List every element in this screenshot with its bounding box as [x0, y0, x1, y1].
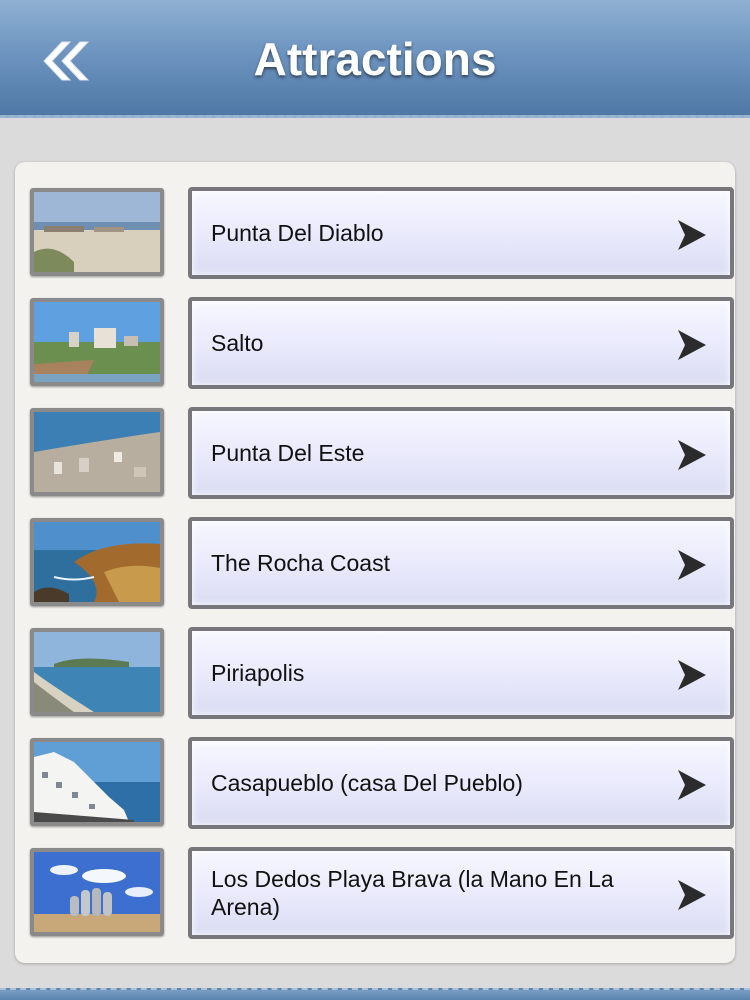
list-item[interactable]: Salto	[30, 297, 734, 389]
attraction-label: Piriapolis	[211, 660, 305, 686]
list-item[interactable]: Punta Del Este	[30, 407, 734, 499]
page-title: Attractions	[253, 33, 497, 85]
attraction-button[interactable]: The Rocha Coast	[188, 517, 734, 609]
list-item[interactable]: Los Dedos Playa Brava (la Mano En La Are…	[30, 847, 734, 939]
beach-town-photo	[34, 192, 160, 272]
list-item[interactable]: The Rocha Coast	[30, 517, 734, 609]
attraction-label: The Rocha Coast	[211, 550, 390, 576]
chevron-right-icon	[678, 330, 706, 360]
chevron-right-icon	[678, 880, 706, 910]
coastal-city-aerial-photo	[34, 412, 160, 492]
attraction-label: Punta Del Este	[211, 440, 365, 466]
white-cliff-building-photo	[34, 742, 160, 822]
thumbnail-image	[30, 298, 164, 386]
attraction-label: Punta Del Diablo	[211, 220, 384, 246]
header-bar: Attractions	[0, 0, 750, 118]
attraction-button[interactable]: Salto	[188, 297, 734, 389]
attraction-label: Salto	[211, 330, 264, 356]
chevron-right-icon	[678, 770, 706, 800]
riverside-town-photo	[34, 302, 160, 382]
list-item[interactable]: Casapueblo (casa Del Pueblo)	[30, 737, 734, 829]
hand-sculpture-beach-photo	[34, 852, 160, 932]
attraction-button[interactable]: Piriapolis	[188, 627, 734, 719]
thumbnail-image	[30, 848, 164, 936]
thumbnail-image	[30, 518, 164, 606]
bottom-bar	[0, 988, 750, 1000]
attraction-label: Los Dedos Playa Brava (la Mano En La Are…	[211, 866, 614, 920]
chevron-right-icon	[678, 440, 706, 470]
attractions-list: Punta Del Diablo Salto Punta Del Este Th…	[15, 162, 735, 963]
thumbnail-image	[30, 188, 164, 276]
attraction-button[interactable]: Casapueblo (casa Del Pueblo)	[188, 737, 734, 829]
thumbnail-image	[30, 408, 164, 496]
thumbnail-image	[30, 738, 164, 826]
chevron-right-icon	[678, 660, 706, 690]
chevron-right-icon	[678, 220, 706, 250]
attraction-label: Casapueblo (casa Del Pueblo)	[211, 770, 523, 796]
attraction-button[interactable]: Punta Del Este	[188, 407, 734, 499]
list-item[interactable]: Piriapolis	[30, 627, 734, 719]
attraction-button[interactable]: Punta Del Diablo	[188, 187, 734, 279]
chevron-right-icon	[678, 550, 706, 580]
rocky-coast-photo	[34, 522, 160, 602]
bay-shoreline-photo	[34, 632, 160, 712]
attraction-button[interactable]: Los Dedos Playa Brava (la Mano En La Are…	[188, 847, 734, 939]
list-item[interactable]: Punta Del Diablo	[30, 187, 734, 279]
thumbnail-image	[30, 628, 164, 716]
